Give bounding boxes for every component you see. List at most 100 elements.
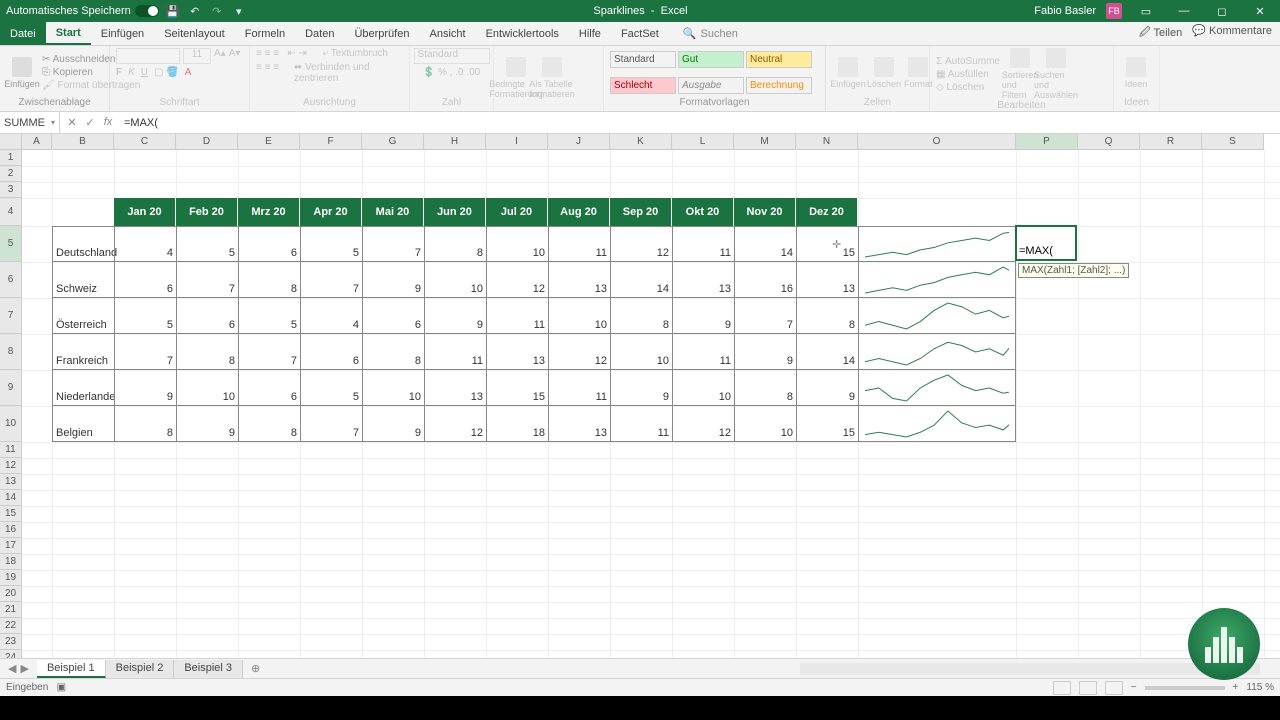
cell-D6[interactable]: 7: [176, 262, 238, 298]
row-header-20[interactable]: 20: [0, 586, 22, 602]
cell-O6[interactable]: [858, 262, 1016, 298]
tab-hilfe[interactable]: Hilfe: [569, 22, 611, 45]
cell-K10[interactable]: 11: [610, 406, 672, 442]
row-header-13[interactable]: 13: [0, 474, 22, 490]
cell-B8[interactable]: Frankreich: [52, 334, 114, 370]
cell-I10[interactable]: 18: [486, 406, 548, 442]
cell-D7[interactable]: 6: [176, 298, 238, 334]
row-header-4[interactable]: 4: [0, 198, 22, 226]
col-header-F[interactable]: F: [300, 134, 362, 150]
insert-cells-button[interactable]: Einfügen: [832, 57, 864, 89]
cell-F4[interactable]: Apr 20: [300, 198, 362, 226]
horizontal-scrollbar[interactable]: [800, 663, 1260, 675]
cell-M10[interactable]: 10: [734, 406, 796, 442]
qat-dropdown-icon[interactable]: ▾: [231, 3, 247, 19]
col-header-R[interactable]: R: [1140, 134, 1202, 150]
cell-K4[interactable]: Sep 20: [610, 198, 672, 226]
paste-button[interactable]: Einfügen: [6, 57, 38, 89]
cell-I6[interactable]: 12: [486, 262, 548, 298]
save-icon[interactable]: 💾: [165, 3, 181, 19]
cell-O8[interactable]: [858, 334, 1016, 370]
row-header-23[interactable]: 23: [0, 634, 22, 650]
autosum-button[interactable]: Σ AutoSumme: [936, 56, 1000, 67]
tab-file[interactable]: Datei: [0, 22, 46, 45]
cell-D8[interactable]: 8: [176, 334, 238, 370]
cell-E4[interactable]: Mrz 20: [238, 198, 300, 226]
tab-entwicklertools[interactable]: Entwicklertools: [476, 22, 569, 45]
col-header-G[interactable]: G: [362, 134, 424, 150]
col-header-C[interactable]: C: [114, 134, 176, 150]
cell-J4[interactable]: Aug 20: [548, 198, 610, 226]
cell-J8[interactable]: 12: [548, 334, 610, 370]
row-header-21[interactable]: 21: [0, 602, 22, 618]
row-header-6[interactable]: 6: [0, 262, 22, 298]
tab-ansicht[interactable]: Ansicht: [419, 22, 475, 45]
cell-H10[interactable]: 12: [424, 406, 486, 442]
cell-O7[interactable]: [858, 298, 1016, 334]
wrap-text-button[interactable]: ⤶ Textumbruch: [323, 48, 388, 59]
macro-record-icon[interactable]: ▣: [57, 682, 66, 693]
sort-filter-button[interactable]: Sortieren und Filtern: [1004, 48, 1036, 100]
cell-K6[interactable]: 14: [610, 262, 672, 298]
view-page-layout-icon[interactable]: [1079, 681, 1097, 695]
accept-formula-icon[interactable]: ✓: [82, 116, 98, 129]
cell-O9[interactable]: [858, 370, 1016, 406]
cell-O5[interactable]: [858, 226, 1016, 262]
cell-N7[interactable]: 8: [796, 298, 858, 334]
select-all-corner[interactable]: [0, 134, 22, 150]
cell-B6[interactable]: Schweiz: [52, 262, 114, 298]
cell-M4[interactable]: Nov 20: [734, 198, 796, 226]
number-format-dropdown[interactable]: Standard: [414, 48, 490, 64]
cell-I5[interactable]: 10: [486, 226, 548, 262]
clear-button[interactable]: ◇ Löschen: [936, 82, 1000, 93]
ideas-button[interactable]: Ideen: [1120, 57, 1152, 89]
row-header-15[interactable]: 15: [0, 506, 22, 522]
col-header-Q[interactable]: Q: [1078, 134, 1140, 150]
sheet-tab-beispiel-1[interactable]: Beispiel 1: [37, 660, 106, 678]
sheet-tab-beispiel-3[interactable]: Beispiel 3: [174, 660, 243, 678]
cell-L9[interactable]: 10: [672, 370, 734, 406]
sheet-tab-beispiel-2[interactable]: Beispiel 2: [106, 660, 175, 678]
maximize-icon[interactable]: ◻: [1208, 1, 1236, 21]
style-standard[interactable]: Standard: [610, 51, 676, 68]
comments-button[interactable]: 💬 Kommentare: [1192, 24, 1272, 43]
cell-K9[interactable]: 9: [610, 370, 672, 406]
cell-G10[interactable]: 9: [362, 406, 424, 442]
col-header-M[interactable]: M: [734, 134, 796, 150]
cell-G8[interactable]: 8: [362, 334, 424, 370]
cell-L7[interactable]: 9: [672, 298, 734, 334]
merge-button[interactable]: ⬌ Verbinden und zentrieren: [294, 62, 403, 84]
style-ausgabe[interactable]: Ausgabe: [678, 77, 744, 94]
row-header-12[interactable]: 12: [0, 458, 22, 474]
sheet-nav-prev-icon[interactable]: ◀: [8, 662, 16, 675]
col-header-N[interactable]: N: [796, 134, 858, 150]
cell-I9[interactable]: 15: [486, 370, 548, 406]
cell-C5[interactable]: 4: [114, 226, 176, 262]
zoom-in-icon[interactable]: +: [1233, 682, 1239, 693]
cell-M6[interactable]: 16: [734, 262, 796, 298]
col-header-D[interactable]: D: [176, 134, 238, 150]
col-header-B[interactable]: B: [52, 134, 114, 150]
cell-O10[interactable]: [858, 406, 1016, 442]
cell-F5[interactable]: 5: [300, 226, 362, 262]
cell-N8[interactable]: 14: [796, 334, 858, 370]
cell-M8[interactable]: 9: [734, 334, 796, 370]
row-header-8[interactable]: 8: [0, 334, 22, 370]
cell-J6[interactable]: 13: [548, 262, 610, 298]
cell-K5[interactable]: 12: [610, 226, 672, 262]
cell-E10[interactable]: 8: [238, 406, 300, 442]
spreadsheet-grid[interactable]: ABCDEFGHIJKLMNOPQRS 12345678910111213141…: [0, 134, 1280, 658]
delete-cells-button[interactable]: Löschen: [868, 57, 900, 89]
cell-L6[interactable]: 13: [672, 262, 734, 298]
cell-H4[interactable]: Jun 20: [424, 198, 486, 226]
tab-factset[interactable]: FactSet: [611, 22, 669, 45]
cell-C7[interactable]: 5: [114, 298, 176, 334]
row-header-2[interactable]: 2: [0, 166, 22, 182]
formula-input[interactable]: =MAX(: [120, 117, 1280, 129]
row-header-19[interactable]: 19: [0, 570, 22, 586]
col-header-S[interactable]: S: [1202, 134, 1264, 150]
row-header-9[interactable]: 9: [0, 370, 22, 406]
cell-B7[interactable]: Österreich: [52, 298, 114, 334]
cell-F6[interactable]: 7: [300, 262, 362, 298]
view-normal-icon[interactable]: [1053, 681, 1071, 695]
